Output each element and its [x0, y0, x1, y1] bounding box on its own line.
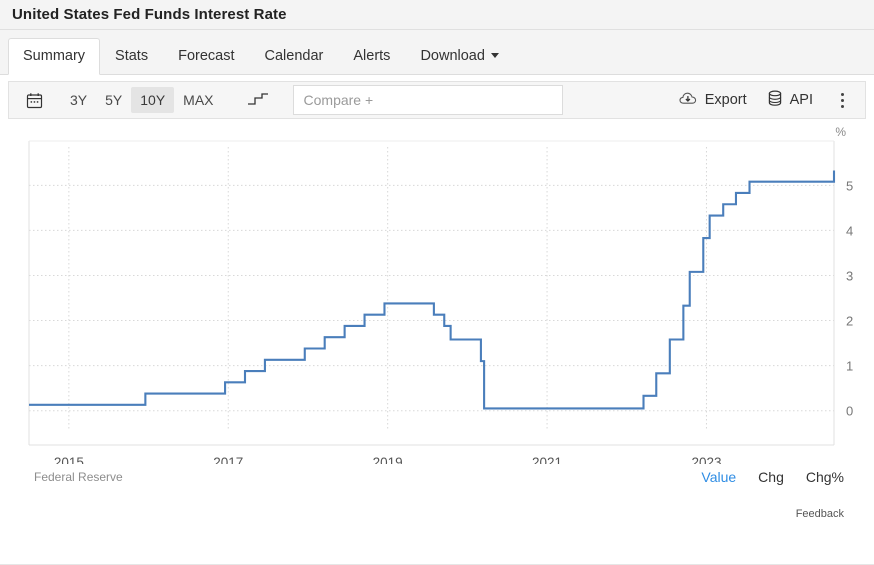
export-button[interactable]: Export	[669, 86, 757, 114]
tab-alerts[interactable]: Alerts	[338, 38, 405, 75]
x-axis-tick-label: 2023	[691, 455, 721, 464]
step-line-icon[interactable]	[241, 86, 275, 114]
x-axis-tick-label: 2017	[213, 455, 243, 464]
x-axis-tick-label: 2019	[373, 455, 403, 464]
fed-funds-rate-widget: United States Fed Funds Interest Rate Su…	[0, 0, 874, 565]
api-label: API	[789, 92, 813, 108]
chart-footer: Federal Reserve Value Chg Chg%	[0, 464, 874, 490]
y-axis-tick-label: 3	[846, 268, 853, 283]
tab-bar: Summary Stats Forecast Calendar Alerts D…	[0, 30, 874, 75]
tab-forecast-label: Forecast	[178, 48, 235, 64]
range-button-5y[interactable]: 5Y	[96, 87, 131, 113]
kebab-menu-icon[interactable]	[829, 86, 855, 114]
tab-calendar[interactable]: Calendar	[250, 38, 339, 75]
chevron-down-icon	[490, 52, 499, 58]
chart-container: % 0 1 2 3 4 5 2015 2017 2019 2021 2023	[0, 119, 874, 464]
widget-header: United States Fed Funds Interest Rate	[0, 0, 874, 30]
database-icon	[767, 90, 783, 111]
tab-stats-label: Stats	[115, 48, 149, 64]
source-label: Federal Reserve	[34, 470, 123, 484]
toolbar-actions: Export API	[669, 86, 859, 115]
series-line-value	[29, 170, 836, 410]
tab-download[interactable]: Download	[405, 38, 514, 75]
tab-summary-label: Summary	[23, 48, 86, 64]
api-button[interactable]: API	[757, 86, 823, 115]
tab-stats[interactable]: Stats	[100, 38, 163, 75]
series-toggle-value[interactable]: Value	[701, 469, 736, 485]
tab-calendar-label: Calendar	[264, 48, 324, 64]
range-button-3y[interactable]: 3Y	[61, 87, 96, 113]
calendar-icon[interactable]	[19, 86, 49, 114]
export-label: Export	[704, 92, 747, 108]
tab-download-label: Download	[420, 48, 485, 64]
x-axis-tick-label: 2015	[54, 455, 84, 464]
series-toggle-chg[interactable]: Chg	[758, 469, 784, 485]
y-axis-tick-label: 1	[846, 359, 853, 374]
chart-toolbar: 3Y 5Y 10Y MAX Compare + Export API	[8, 81, 866, 119]
x-axis-tick-label: 2021	[532, 455, 562, 464]
range-button-10y[interactable]: 10Y	[131, 87, 175, 113]
cloud-download-icon	[679, 90, 698, 110]
feedback-link[interactable]: Feedback	[796, 508, 844, 520]
tab-alerts-label: Alerts	[353, 48, 391, 64]
tab-forecast[interactable]: Forecast	[163, 38, 249, 75]
feedback-row: Feedback	[0, 490, 874, 520]
compare-input[interactable]	[292, 85, 563, 115]
tab-summary[interactable]: Summary	[8, 38, 101, 75]
page-title: United States Fed Funds Interest Rate	[12, 6, 287, 23]
y-axis-tick-label: 4	[846, 223, 853, 238]
toolbar-container: 3Y 5Y 10Y MAX Compare + Export API	[0, 75, 874, 119]
rate-line-chart[interactable]: 0 1 2 3 4 5 2015 2017 2019 2021 2023	[0, 119, 874, 464]
range-button-max[interactable]: MAX	[174, 87, 222, 113]
y-axis-tick-label: 0	[846, 404, 853, 419]
series-toggle-group: Value Chg Chg%	[701, 469, 844, 485]
y-axis-unit-label: %	[835, 125, 846, 139]
series-toggle-chgpct[interactable]: Chg%	[806, 469, 844, 485]
y-axis-tick-label: 5	[846, 178, 853, 193]
range-selector: 3Y 5Y 10Y MAX	[61, 87, 223, 113]
y-axis-tick-label: 2	[846, 314, 853, 329]
